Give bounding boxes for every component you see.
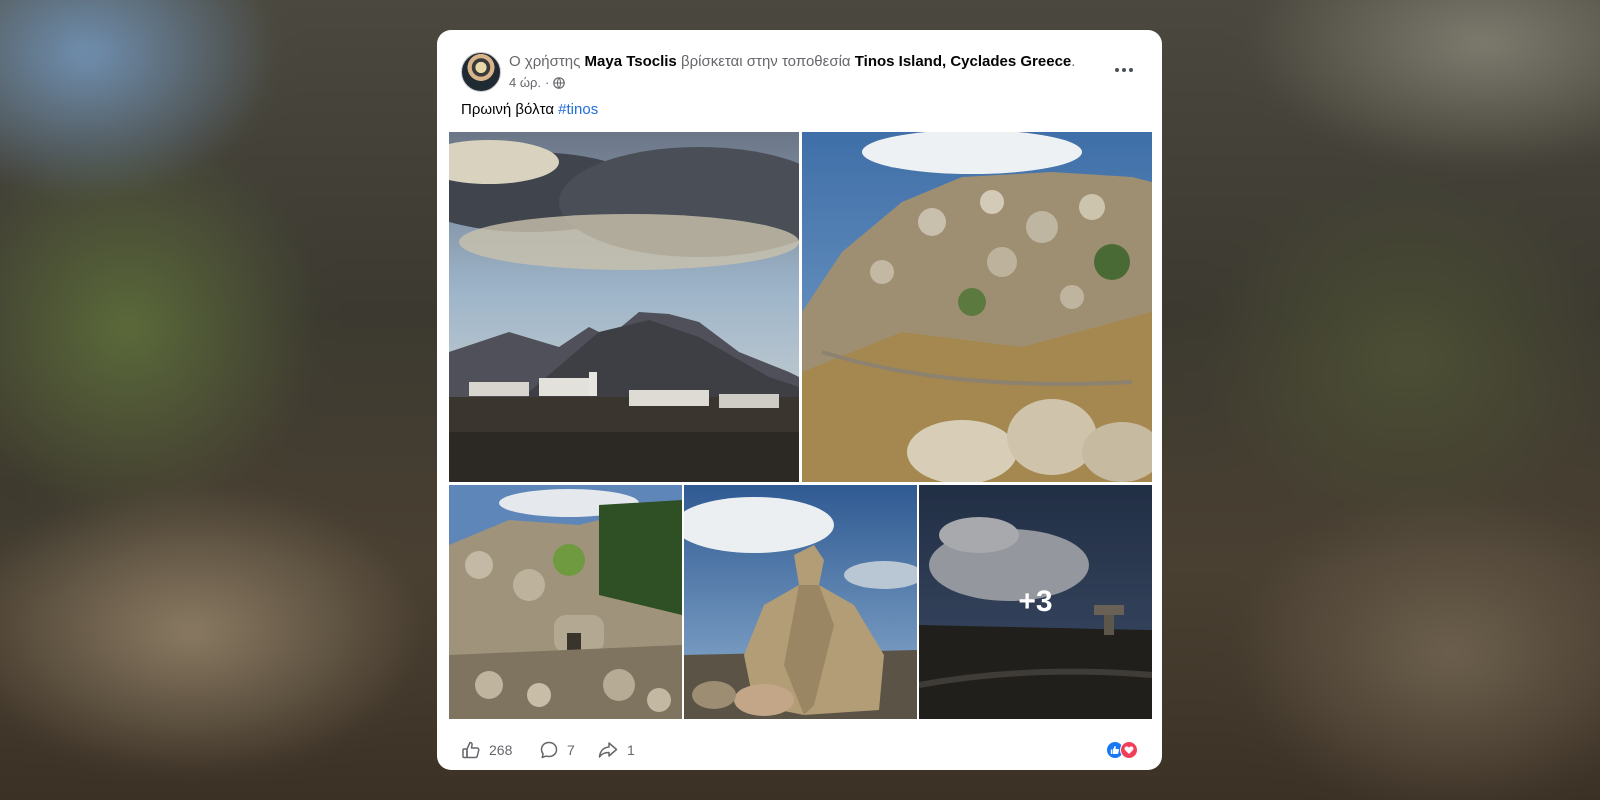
- photo-rocky-hillside[interactable]: [802, 132, 1152, 482]
- post-timestamp[interactable]: 4 ώρ.: [509, 74, 541, 92]
- dot-icon: [1129, 68, 1133, 72]
- post-attribution: Ο χρήστης Maya Tsoclis βρίσκεται στην το…: [509, 52, 1098, 72]
- location-suffix: .: [1071, 53, 1076, 70]
- post-caption: Πρωινή βόλτα #tinos: [461, 100, 598, 120]
- photo-stone-hut[interactable]: [449, 485, 682, 719]
- location-link[interactable]: Tinos Island, Cyclades Greece: [855, 53, 1072, 70]
- dot-icon: [1115, 68, 1119, 72]
- location-connector: βρίσκεται στην τοποθεσία: [680, 53, 851, 70]
- comment-count: 7: [567, 742, 575, 758]
- more-options-button[interactable]: [1110, 60, 1138, 80]
- caption-text: Πρωινή βόλτα: [461, 101, 554, 118]
- post-footer: 268 7 1: [461, 736, 1138, 764]
- photo-more-overlay[interactable]: +3: [919, 485, 1152, 719]
- share-icon: [598, 742, 618, 758]
- dot-icon: [1122, 68, 1126, 72]
- share-count: 1: [627, 742, 635, 758]
- post-card: Ο χρήστης Maya Tsoclis βρίσκεται στην το…: [437, 30, 1162, 770]
- photo-grid: +3: [449, 132, 1152, 719]
- reaction-summary[interactable]: [1106, 741, 1138, 759]
- photo-mountain-village[interactable]: [449, 132, 799, 482]
- author-avatar[interactable]: [461, 52, 501, 92]
- share-button[interactable]: 1: [597, 736, 635, 764]
- more-photos-count: +3: [1018, 585, 1053, 618]
- separator-dot: ·: [545, 75, 550, 90]
- more-photos-overlay[interactable]: +3: [919, 485, 1152, 719]
- love-reaction-icon: [1120, 741, 1138, 759]
- hashtag-link[interactable]: #tinos: [558, 101, 598, 118]
- like-count: 268: [489, 742, 513, 758]
- post-header: Ο χρήστης Maya Tsoclis βρίσκεται στην το…: [461, 52, 1138, 96]
- post-time-row: 4 ώρ. ·: [509, 74, 1098, 92]
- photo-rock-formation[interactable]: [684, 485, 917, 719]
- post-meta: Ο χρήστης Maya Tsoclis βρίσκεται στην το…: [509, 52, 1098, 92]
- attribution-prefix: Ο χρήστης: [509, 53, 581, 70]
- globe-icon: [553, 77, 566, 89]
- like-button[interactable]: 268: [461, 736, 512, 764]
- author-name[interactable]: Maya Tsoclis: [585, 53, 677, 70]
- comment-icon: [540, 741, 558, 759]
- thumbs-up-icon: [462, 741, 480, 759]
- comment-button[interactable]: 7: [539, 736, 575, 764]
